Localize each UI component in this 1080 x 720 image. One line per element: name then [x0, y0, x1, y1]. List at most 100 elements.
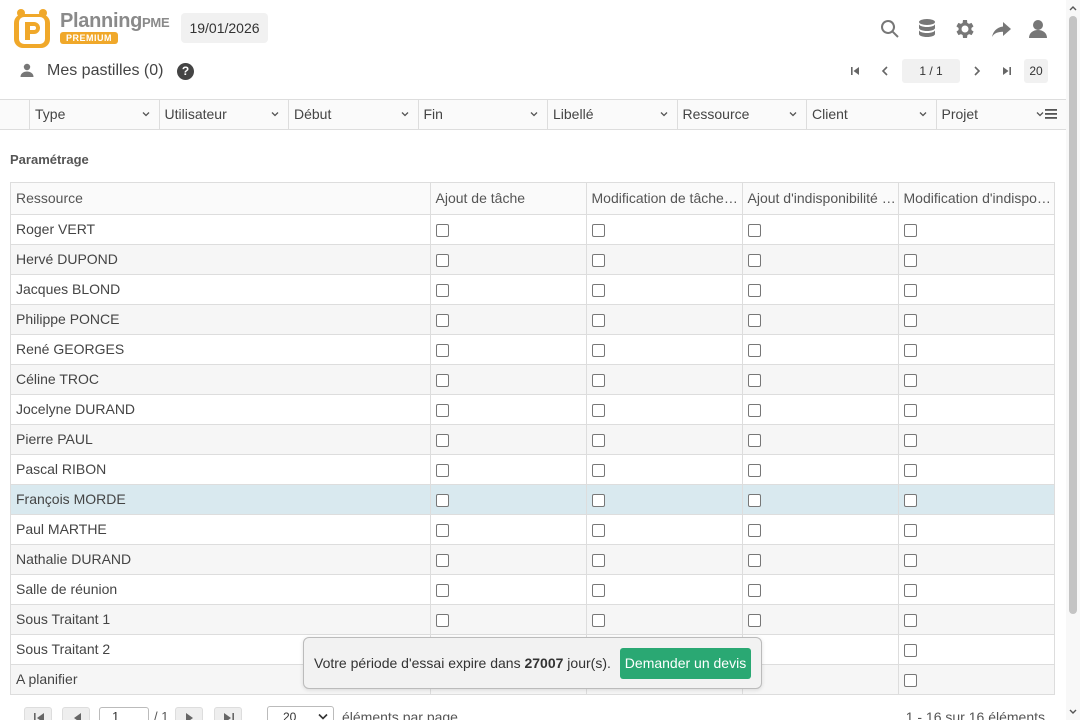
share-icon[interactable]: [982, 10, 1019, 47]
table-row[interactable]: René GEORGES: [11, 334, 1054, 365]
scroll-down-icon[interactable]: [1069, 708, 1077, 716]
table-row[interactable]: Nathalie DURAND: [11, 544, 1054, 575]
permission-checkbox[interactable]: [435, 584, 449, 598]
page-indicator[interactable]: 1 / 1: [902, 59, 960, 83]
permission-checkbox[interactable]: [903, 554, 917, 568]
gear-icon[interactable]: [945, 10, 982, 47]
user-icon[interactable]: [1019, 10, 1056, 47]
filter-debut[interactable]: Début: [289, 100, 419, 129]
table-row[interactable]: Roger VERT: [11, 214, 1054, 245]
permission-checkbox[interactable]: [747, 584, 761, 598]
permission-checkbox[interactable]: [747, 404, 761, 418]
filter-type[interactable]: Type: [30, 100, 160, 129]
permission-checkbox[interactable]: [435, 284, 449, 298]
column-header-ajout-tache[interactable]: Ajout de tâche: [430, 183, 587, 215]
table-row[interactable]: Hervé DUPOND: [11, 244, 1054, 275]
permission-checkbox[interactable]: [591, 494, 605, 508]
permission-checkbox[interactable]: [591, 434, 605, 448]
permission-checkbox[interactable]: [591, 524, 605, 538]
permission-checkbox[interactable]: [903, 254, 917, 268]
next-page-button[interactable]: [175, 707, 203, 720]
permission-checkbox[interactable]: [435, 314, 449, 328]
permission-checkbox[interactable]: [903, 434, 917, 448]
page-size-select[interactable]: 20: [267, 706, 334, 720]
permission-checkbox[interactable]: [903, 224, 917, 238]
permission-checkbox[interactable]: [747, 524, 761, 538]
first-page-icon[interactable]: [840, 58, 870, 84]
permission-checkbox[interactable]: [435, 404, 449, 418]
permission-checkbox[interactable]: [747, 314, 761, 328]
first-page-button[interactable]: [24, 707, 52, 720]
last-page-icon[interactable]: [992, 58, 1022, 84]
table-row[interactable]: Céline TROC: [11, 364, 1054, 395]
permission-checkbox[interactable]: [903, 404, 917, 418]
permission-checkbox[interactable]: [903, 674, 917, 688]
previous-page-button[interactable]: [62, 707, 90, 720]
next-page-icon[interactable]: [962, 58, 992, 84]
last-page-button[interactable]: [214, 707, 242, 720]
search-icon[interactable]: [871, 10, 908, 47]
previous-page-icon[interactable]: [870, 58, 900, 84]
column-menu-icon[interactable]: [1044, 107, 1058, 121]
permission-checkbox[interactable]: [903, 344, 917, 358]
filter-libelle[interactable]: Libellé: [548, 100, 678, 129]
permission-checkbox[interactable]: [747, 224, 761, 238]
permission-checkbox[interactable]: [591, 554, 605, 568]
permission-checkbox[interactable]: [591, 404, 605, 418]
permission-checkbox[interactable]: [903, 584, 917, 598]
permission-checkbox[interactable]: [747, 254, 761, 268]
permission-checkbox[interactable]: [435, 224, 449, 238]
planningpme-logo-icon[interactable]: [12, 7, 52, 49]
filter-fin[interactable]: Fin: [419, 100, 548, 129]
permission-checkbox[interactable]: [903, 284, 917, 298]
column-header-ajout-indisponibilite[interactable]: Ajout d'indisponibilité (Absence): [742, 183, 899, 215]
permission-checkbox[interactable]: [747, 374, 761, 388]
filter-ressource[interactable]: Ressource: [678, 100, 807, 129]
table-row[interactable]: François MORDE: [11, 484, 1054, 515]
current-page-input[interactable]: 1: [99, 707, 149, 720]
permission-checkbox[interactable]: [903, 614, 917, 628]
permission-checkbox[interactable]: [435, 254, 449, 268]
filter-client[interactable]: Client: [807, 100, 937, 129]
permission-checkbox[interactable]: [591, 614, 605, 628]
table-row[interactable]: Pierre PAUL: [11, 424, 1054, 455]
permission-checkbox[interactable]: [903, 464, 917, 478]
column-header-ressource[interactable]: Ressource: [11, 183, 431, 215]
permission-checkbox[interactable]: [435, 494, 449, 508]
permission-checkbox[interactable]: [435, 344, 449, 358]
permission-checkbox[interactable]: [903, 494, 917, 508]
permission-checkbox[interactable]: [435, 464, 449, 478]
table-row[interactable]: Pascal RIBON: [11, 454, 1054, 485]
scrollbar-thumb[interactable]: [1069, 16, 1077, 614]
permission-checkbox[interactable]: [591, 284, 605, 298]
permission-checkbox[interactable]: [747, 494, 761, 508]
permission-checkbox[interactable]: [747, 614, 761, 628]
permission-checkbox[interactable]: [903, 314, 917, 328]
permission-checkbox[interactable]: [591, 344, 605, 358]
page-scrollbar[interactable]: [1066, 0, 1080, 720]
permission-checkbox[interactable]: [747, 554, 761, 568]
permission-checkbox[interactable]: [591, 464, 605, 478]
column-header-modification-indisponibilite[interactable]: Modification d'indisponibilité: [898, 183, 1054, 215]
database-icon[interactable]: [908, 10, 945, 47]
permission-checkbox[interactable]: [591, 374, 605, 388]
permission-checkbox[interactable]: [747, 434, 761, 448]
table-row[interactable]: Paul MARTHE: [11, 514, 1054, 545]
permission-checkbox[interactable]: [435, 524, 449, 538]
permission-checkbox[interactable]: [435, 614, 449, 628]
table-row[interactable]: Philippe PONCE: [11, 304, 1054, 335]
table-row[interactable]: Salle de réunion: [11, 574, 1054, 605]
permission-checkbox[interactable]: [591, 224, 605, 238]
current-date[interactable]: 19/01/2026: [181, 13, 268, 43]
permission-checkbox[interactable]: [591, 584, 605, 598]
column-header-modification-tache[interactable]: Modification de tâche (Début / Fin): [586, 183, 743, 215]
permission-checkbox[interactable]: [591, 314, 605, 328]
permission-checkbox[interactable]: [747, 284, 761, 298]
table-row[interactable]: Jacques BLOND: [11, 274, 1054, 305]
permission-checkbox[interactable]: [591, 254, 605, 268]
permission-checkbox[interactable]: [903, 524, 917, 538]
permission-checkbox[interactable]: [435, 554, 449, 568]
permission-checkbox[interactable]: [903, 644, 917, 658]
page-size[interactable]: 20: [1024, 59, 1048, 83]
filter-utilisateur[interactable]: Utilisateur: [160, 100, 289, 129]
